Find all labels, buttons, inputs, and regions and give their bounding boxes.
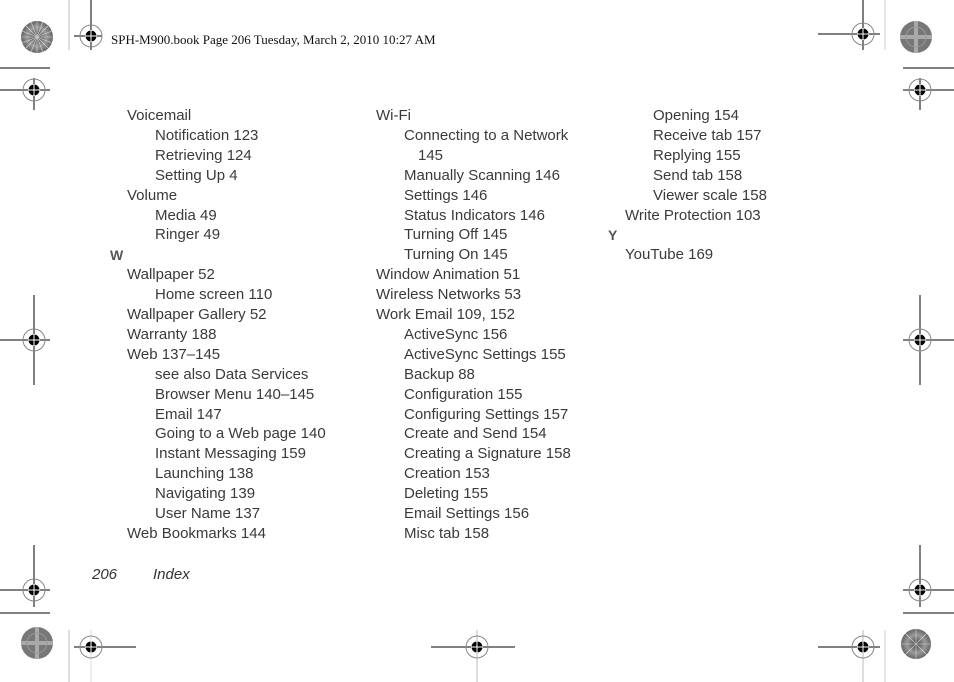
color-target-bottom-right — [901, 629, 931, 659]
color-target-top-right — [900, 21, 932, 53]
color-target-top-left — [21, 21, 53, 53]
printer-marks — [0, 0, 954, 682]
color-target-bottom-left — [21, 627, 53, 659]
